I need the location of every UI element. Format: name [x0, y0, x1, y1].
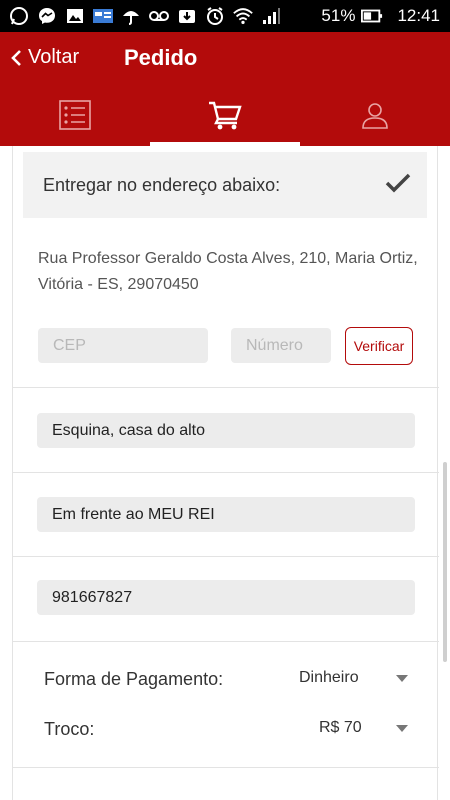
battery-icon	[361, 5, 383, 27]
payment-method-label: Forma de Pagamento:	[44, 669, 224, 689]
divider	[13, 767, 439, 768]
divider	[13, 556, 439, 557]
scrollbar[interactable]	[443, 462, 447, 662]
chevron-left-icon	[11, 49, 21, 66]
status-bar: 51% 12:41	[0, 0, 450, 32]
app-bar: Voltar Pedido	[0, 32, 450, 146]
divider	[13, 472, 439, 473]
deliver-option[interactable]: Entregar no endereço abaixo:	[23, 152, 427, 218]
cart-icon	[209, 101, 242, 130]
delivery-card: Entregar no endereço abaixo: Rua Profess…	[12, 146, 439, 800]
status-right: 51% 12:41	[321, 5, 450, 27]
verify-button[interactable]: Verificar	[345, 327, 413, 365]
divider	[13, 641, 439, 642]
list-icon	[59, 100, 91, 130]
voicemail-icon	[148, 5, 170, 27]
change-value: R$ 70	[319, 719, 362, 736]
page-title: Pedido	[124, 45, 198, 70]
complement-field[interactable]: Esquina, casa do alto	[37, 413, 415, 448]
battery-percent: 51%	[321, 6, 356, 25]
change-label: Troco:	[44, 719, 95, 739]
clock: 12:41	[397, 6, 440, 25]
alarm-icon	[204, 5, 226, 27]
tab-cart[interactable]	[150, 84, 300, 146]
payment-method-value: Dinheiro	[299, 669, 359, 686]
phone-field[interactable]: 981667827	[37, 580, 415, 615]
gallery-icon	[64, 5, 86, 27]
checkmark-icon	[385, 173, 411, 193]
tab-bar	[0, 84, 450, 146]
news-icon	[92, 5, 114, 27]
tab-profile[interactable]	[300, 84, 450, 146]
cep-field[interactable]: CEP	[38, 328, 208, 363]
whatsapp-icon	[8, 5, 30, 27]
notification-icons	[0, 5, 321, 27]
deliver-option-label: Entregar no endereço abaixo:	[43, 174, 281, 195]
reference-field[interactable]: Em frente ao MEU REI	[37, 497, 415, 532]
umbrella-icon	[120, 5, 142, 27]
signal-icon	[260, 5, 282, 27]
wifi-icon	[232, 5, 254, 27]
dropdown-arrow-icon	[396, 725, 408, 732]
back-label: Voltar	[28, 46, 80, 68]
number-field[interactable]: Número	[231, 328, 331, 363]
user-icon	[362, 103, 388, 129]
dropdown-arrow-icon	[396, 675, 408, 682]
tab-list[interactable]	[0, 84, 150, 146]
download-icon	[176, 5, 198, 27]
messenger-icon	[36, 5, 58, 27]
delivery-address: Rua Professor Geraldo Costa Alves, 210, …	[38, 250, 418, 293]
order-form: Entregar no endereço abaixo: Rua Profess…	[0, 146, 450, 800]
divider	[13, 387, 439, 388]
back-button[interactable]: Voltar	[10, 46, 79, 69]
